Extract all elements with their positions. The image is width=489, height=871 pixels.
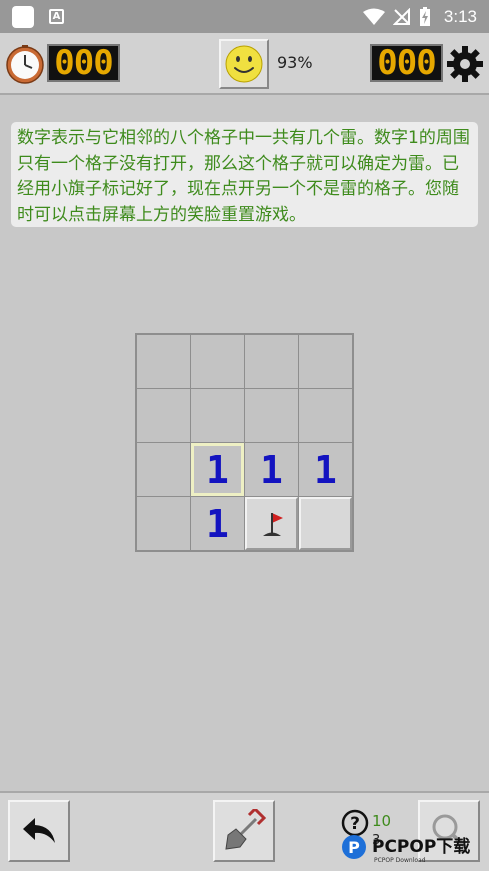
undo-arrow-icon xyxy=(23,818,55,843)
notification-icon: A xyxy=(49,9,64,24)
mine-counter-display: 000 xyxy=(370,44,443,82)
cell-number: 1 xyxy=(206,501,229,546)
status-icons xyxy=(363,6,431,28)
board-cell[interactable]: 1 xyxy=(191,443,244,496)
pcpop-watermark: P PCPOP下载 PCPOP Download xyxy=(342,835,470,864)
svg-text:P: P xyxy=(348,838,360,857)
cell-number: 1 xyxy=(314,447,337,492)
watermark-subtext: PCPOP Download xyxy=(374,857,426,864)
timer-display: 000 xyxy=(47,44,120,82)
board-cell[interactable] xyxy=(137,443,190,496)
board-cell[interactable] xyxy=(137,497,190,550)
board-cell[interactable]: 1 xyxy=(245,443,298,496)
cell-number: 1 xyxy=(206,447,229,492)
tutorial-hint: 数字表示与它相邻的八个格子中一共有几个雷。数字1的周围只有一个格子没有打开，那么… xyxy=(11,122,478,227)
board-cell[interactable] xyxy=(137,389,190,442)
clock-icon xyxy=(6,45,44,84)
no-signal-icon xyxy=(393,8,410,25)
gear-icon[interactable] xyxy=(446,45,484,83)
board-cell[interactable] xyxy=(137,335,190,388)
undo-button[interactable] xyxy=(8,800,70,862)
unopened-cell[interactable] xyxy=(299,497,352,550)
status-bar: A 3:13 xyxy=(0,0,489,33)
game-toolbar: 000 93% 000 xyxy=(0,33,489,95)
win-rate-text: 93% xyxy=(277,53,313,72)
board-cell[interactable]: 1 xyxy=(299,443,352,496)
dig-shovel-button[interactable] xyxy=(213,800,275,862)
board-cell[interactable]: 1 xyxy=(191,497,244,550)
board-cell[interactable] xyxy=(299,389,352,442)
cell-number: 1 xyxy=(260,447,283,492)
minefield-board: 1111 xyxy=(135,333,354,552)
battery-charging-icon xyxy=(420,7,430,26)
bottom-toolbar: ? 10 3 P PCPOP下载 PCPOP Download xyxy=(0,791,489,871)
reset-smiley-button[interactable] xyxy=(219,39,269,89)
status-time: 3:13 xyxy=(443,7,477,26)
watermark-text: PCPOP下载 xyxy=(372,836,470,857)
board-cell[interactable] xyxy=(245,335,298,388)
shovel-icon xyxy=(225,809,266,850)
flag-icon xyxy=(262,512,283,536)
smiley-face-icon xyxy=(225,45,263,83)
mines-count: 10 xyxy=(372,812,392,830)
flagged-cell[interactable] xyxy=(245,497,298,550)
board-cell[interactable] xyxy=(299,335,352,388)
app-icon xyxy=(12,6,34,28)
board-cell[interactable] xyxy=(191,389,244,442)
board-cell[interactable] xyxy=(245,389,298,442)
wifi-icon xyxy=(363,8,385,25)
board-cell[interactable] xyxy=(191,335,244,388)
